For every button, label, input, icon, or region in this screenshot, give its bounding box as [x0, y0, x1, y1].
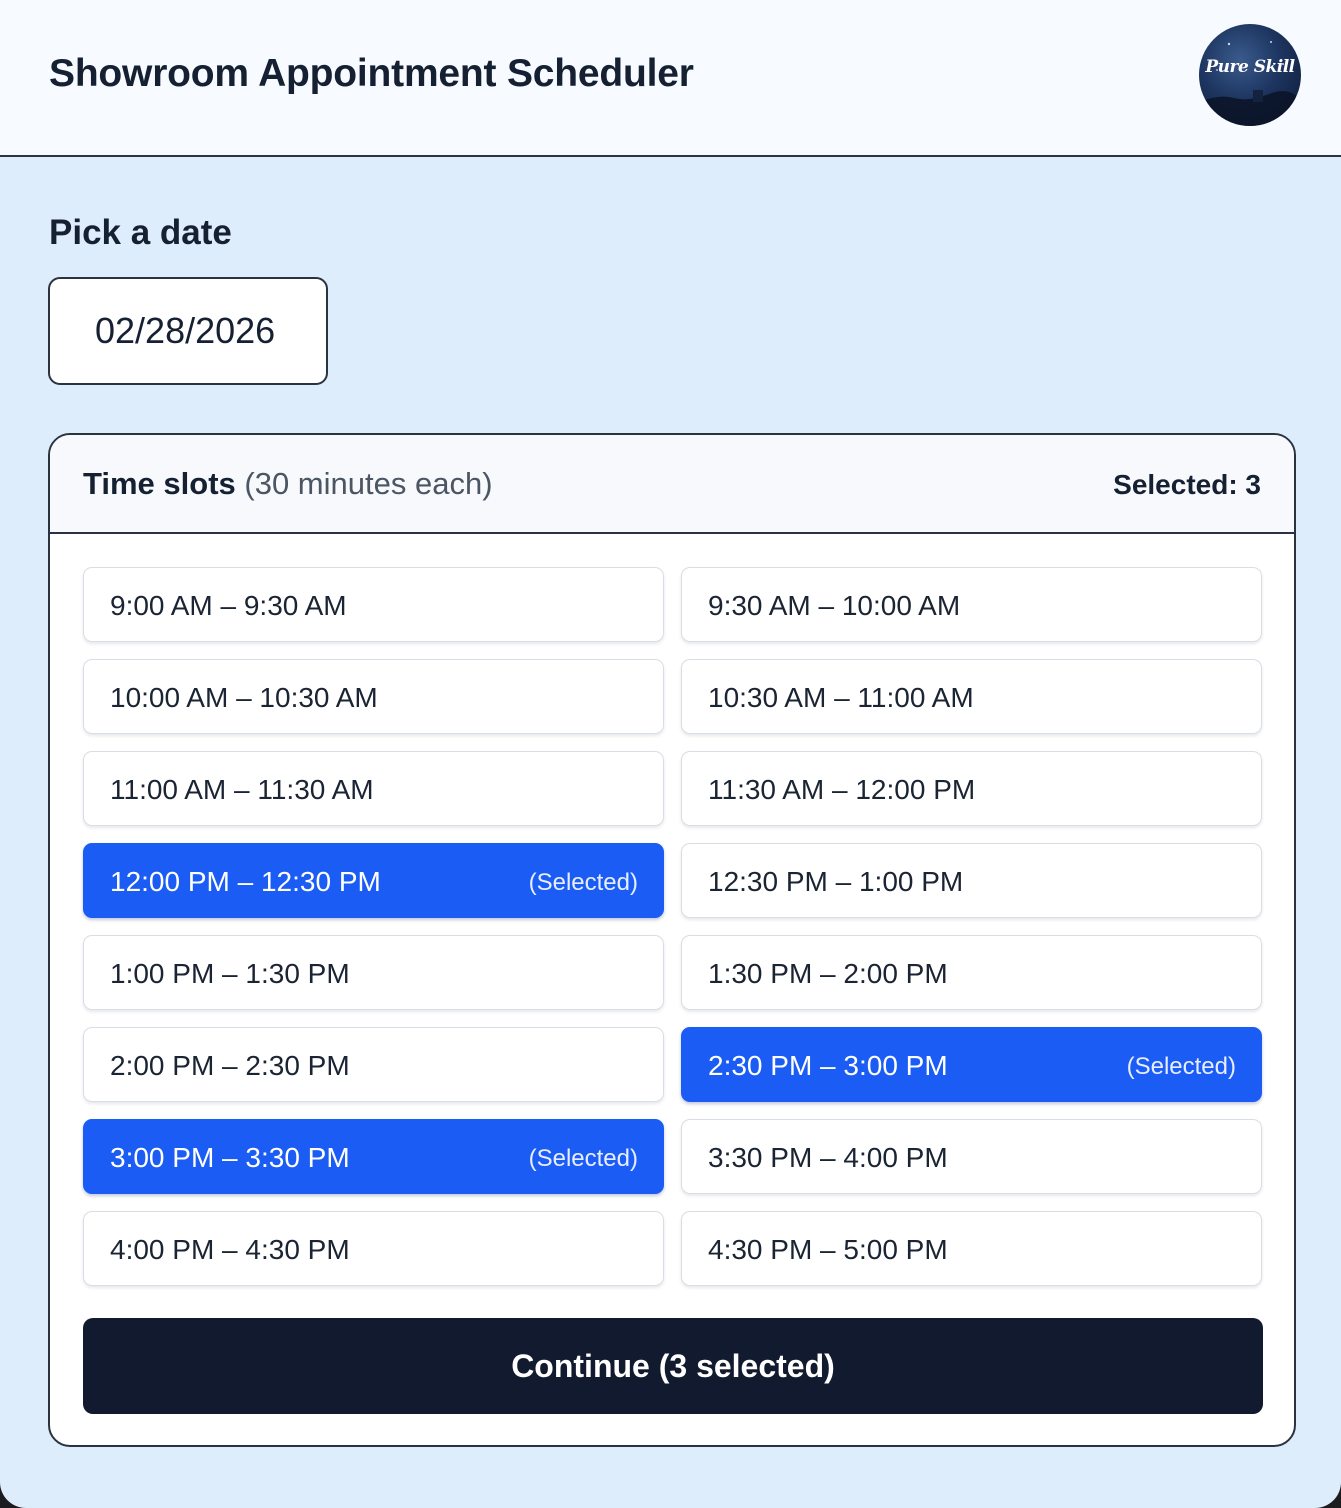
- page-title: Showroom Appointment Scheduler: [49, 52, 694, 95]
- continue-button[interactable]: Continue (3 selected): [83, 1318, 1263, 1414]
- time-slot-button[interactable]: 3:30 PM – 4:00 PM: [681, 1119, 1262, 1194]
- avatar-logo-text: Pure Skill: [1205, 57, 1295, 77]
- time-slot-label: 3:30 PM – 4:00 PM: [708, 1142, 948, 1173]
- time-slot-button[interactable]: 12:00 PM – 12:30 PM (Selected): [83, 843, 664, 918]
- time-slot-button[interactable]: 9:30 AM – 10:00 AM: [681, 567, 1262, 642]
- time-slot-label: 2:00 PM – 2:30 PM: [110, 1050, 350, 1081]
- time-slot-grid: 9:00 AM – 9:30 AM 9:30 AM – 10:00 AM 10:00…: [83, 567, 1263, 1286]
- time-slot-button[interactable]: 1:30 PM – 2:00 PM: [681, 935, 1262, 1010]
- selected-count: Selected: 3: [1113, 469, 1261, 500]
- time-slot-label: 9:00 AM – 9:30 AM: [110, 590, 347, 621]
- avatar[interactable]: Pure Skill: [1199, 24, 1301, 126]
- time-slot-button[interactable]: 10:00 AM – 10:30 AM: [83, 659, 664, 734]
- time-slot-button[interactable]: 12:30 PM – 1:00 PM: [681, 843, 1262, 918]
- time-slot-button[interactable]: 4:30 PM – 5:00 PM: [681, 1211, 1262, 1286]
- time-slot-label: 1:30 PM – 2:00 PM: [708, 958, 948, 989]
- time-slot-label: 12:30 PM – 1:00 PM: [708, 866, 964, 897]
- time-slot-button[interactable]: 4:00 PM – 4:30 PM: [83, 1211, 664, 1286]
- time-slot-label: 2:30 PM – 3:00 PM: [708, 1050, 948, 1081]
- selected-tag: (Selected): [528, 1145, 638, 1172]
- time-slot-label: 3:00 PM – 3:30 PM: [110, 1142, 350, 1173]
- selected-tag: (Selected): [1126, 1053, 1236, 1080]
- time-slot-button[interactable]: 3:00 PM – 3:30 PM (Selected): [83, 1119, 664, 1194]
- time-slot-label: 10:00 AM – 10:30 AM: [110, 682, 378, 713]
- time-slot-label: 4:30 PM – 5:00 PM: [708, 1234, 948, 1265]
- time-slot-button[interactable]: 11:30 AM – 12:00 PM: [681, 751, 1262, 826]
- time-slot-label: 10:30 AM – 11:00 AM: [708, 682, 974, 713]
- time-slot-label: 11:00 AM – 11:30 AM: [110, 774, 374, 805]
- time-slot-button[interactable]: 10:30 AM – 11:00 AM: [681, 659, 1262, 734]
- time-slot-label: 1:00 PM – 1:30 PM: [110, 958, 350, 989]
- time-slot-button[interactable]: 2:00 PM – 2:30 PM: [83, 1027, 664, 1102]
- app-header: Showroom Appointment Scheduler Pure Skil…: [0, 0, 1341, 157]
- time-slots-panel: Time slots (30 minutes each) Selected: 3…: [48, 433, 1296, 1447]
- time-slot-label: 4:00 PM – 4:30 PM: [110, 1234, 350, 1265]
- date-input[interactable]: [48, 277, 328, 385]
- time-slot-label: 9:30 AM – 10:00 AM: [708, 590, 961, 621]
- app-window: Showroom Appointment Scheduler Pure Skil…: [0, 0, 1341, 1508]
- time-slot-label: 11:30 AM – 12:00 PM: [708, 774, 976, 805]
- time-slots-title: Time slots (30 minutes each): [83, 466, 493, 502]
- time-slot-label: 12:00 PM – 12:30 PM: [110, 866, 381, 897]
- time-slot-button[interactable]: 9:00 AM – 9:30 AM: [83, 567, 664, 642]
- time-slots-subtitle: (30 minutes each): [244, 466, 493, 501]
- time-slot-button[interactable]: 1:00 PM – 1:30 PM: [83, 935, 664, 1010]
- time-slots-title-text: Time slots: [83, 466, 236, 501]
- time-slot-button[interactable]: 11:00 AM – 11:30 AM: [83, 751, 664, 826]
- selected-tag: (Selected): [528, 869, 638, 896]
- time-slots-header: Time slots (30 minutes each) Selected: 3: [50, 435, 1294, 534]
- time-slot-button[interactable]: 2:30 PM – 3:00 PM (Selected): [681, 1027, 1262, 1102]
- date-label: Pick a date: [49, 213, 232, 252]
